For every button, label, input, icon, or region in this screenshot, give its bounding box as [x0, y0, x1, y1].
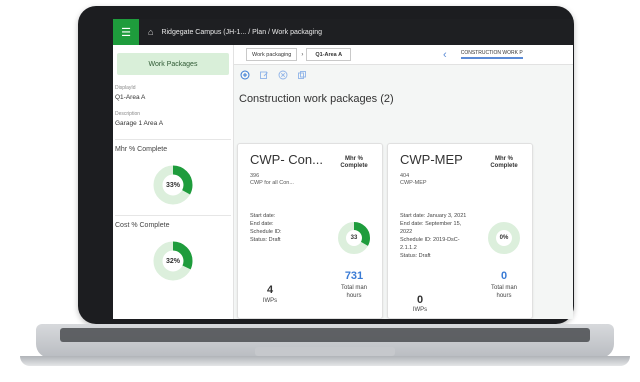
schedule-id: Schedule ID:	[250, 229, 282, 235]
cost-donut-chart: 32%	[151, 239, 195, 283]
display-id-label: DisplayId	[115, 85, 136, 91]
chevron-right-icon: ›	[301, 51, 304, 58]
add-icon[interactable]	[240, 70, 250, 80]
delete-icon[interactable]	[278, 70, 288, 80]
description-label: Description	[115, 111, 141, 117]
card-meta: Start date: End date: Schedule ID: Statu…	[250, 212, 282, 244]
card-donut-label: 0%	[499, 235, 509, 241]
work-packages-tab[interactable]: Work Packages	[117, 53, 229, 75]
iwp-count: 0	[416, 294, 424, 306]
card-donut-label: 33	[350, 235, 358, 241]
start-date: Start date: January 3, 2021	[400, 213, 467, 219]
total-hours-label: Total man hours	[490, 285, 517, 299]
status-text: Status: Draft	[250, 237, 281, 243]
iwp-count: 4	[266, 284, 274, 296]
card-donut-chart: 0%	[486, 220, 522, 256]
card-title[interactable]: CWP-MEP	[400, 152, 463, 167]
iwp-label: IWPs	[262, 298, 278, 304]
end-date: End date:	[250, 221, 274, 227]
breadcrumb: Ridgegate Campus (JH-1... / Plan / Work …	[161, 28, 322, 36]
total-hours: 0	[500, 270, 508, 282]
work-packaging-pill[interactable]: Work packaging	[246, 48, 298, 61]
iwp-label: IWPs	[412, 307, 428, 313]
edit-icon[interactable]	[259, 70, 269, 80]
tabs-row: Work packaging › Q1-Area A ‹ CONSTRUCTIO…	[234, 45, 573, 65]
cost-complete-title: Cost % Complete	[115, 222, 170, 229]
area-pill[interactable]: Q1-Area A	[306, 48, 352, 61]
home-icon[interactable]: ⌂	[148, 27, 153, 37]
card-description: CWP for all Con...	[250, 180, 294, 186]
mhr-complete-header: Mhr % Complete	[490, 156, 518, 169]
cwp-card[interactable]: CWP- Con... 396 CWP for all Con... Mhr %…	[237, 143, 383, 319]
divider	[115, 215, 231, 216]
chevron-left-icon[interactable]: ‹	[443, 49, 447, 61]
description-value: Garage 1 Area A	[115, 120, 164, 127]
card-number: 396	[250, 173, 260, 179]
display-id-value: Q1-Area A	[115, 94, 146, 101]
start-date: Start date:	[250, 213, 276, 219]
total-hours: 731	[344, 270, 364, 282]
mhr-complete-header: Mhr % Complete	[340, 156, 368, 169]
card-number: 404	[400, 173, 410, 179]
mhr-percent-label: 33%	[165, 181, 180, 189]
cwp-card[interactable]: CWP-MEP 404 CWP-MEP Mhr % Complete Start…	[387, 143, 533, 319]
cost-percent-label: 32%	[165, 257, 180, 265]
main-panel: Work packaging › Q1-Area A ‹ CONSTRUCTIO…	[234, 45, 573, 319]
end-date: End date: September 15, 2022	[400, 221, 462, 235]
schedule-id: Schedule ID: 2019-DsC-2.1.1.2	[400, 237, 460, 251]
status-text: Status: Draft	[400, 253, 431, 259]
top-bar: ☰ ⌂ Ridgegate Campus (JH-1... / Plan / W…	[113, 19, 573, 45]
card-donut-chart: 33	[336, 220, 372, 256]
total-hours-label: Total man hours	[340, 285, 367, 299]
construction-work-tab[interactable]: CONSTRUCTION WORK P	[460, 50, 523, 59]
laptop-front-edge	[20, 356, 630, 366]
mhr-complete-title: Mhr % Complete	[115, 146, 168, 153]
laptop-keyboard	[60, 328, 590, 342]
hamburger-menu-icon[interactable]: ☰	[113, 19, 139, 45]
card-meta: Start date: January 3, 2021 End date: Se…	[400, 212, 472, 260]
card-title[interactable]: CWP- Con...	[250, 152, 323, 167]
copy-icon[interactable]	[297, 70, 307, 80]
toolbar	[234, 65, 573, 85]
app-screen: ☰ ⌂ Ridgegate Campus (JH-1... / Plan / W…	[113, 19, 573, 319]
sidebar: Work Packages DisplayId Q1-Area A Descri…	[113, 45, 234, 319]
laptop-mockup: ☰ ⌂ Ridgegate Campus (JH-1... / Plan / W…	[0, 0, 640, 382]
divider	[115, 139, 231, 140]
mhr-donut-chart: 33%	[151, 163, 195, 207]
laptop-trackpad	[255, 347, 395, 356]
page-title: Construction work packages (2)	[239, 93, 394, 105]
card-description: CWP-MEP	[400, 180, 427, 186]
